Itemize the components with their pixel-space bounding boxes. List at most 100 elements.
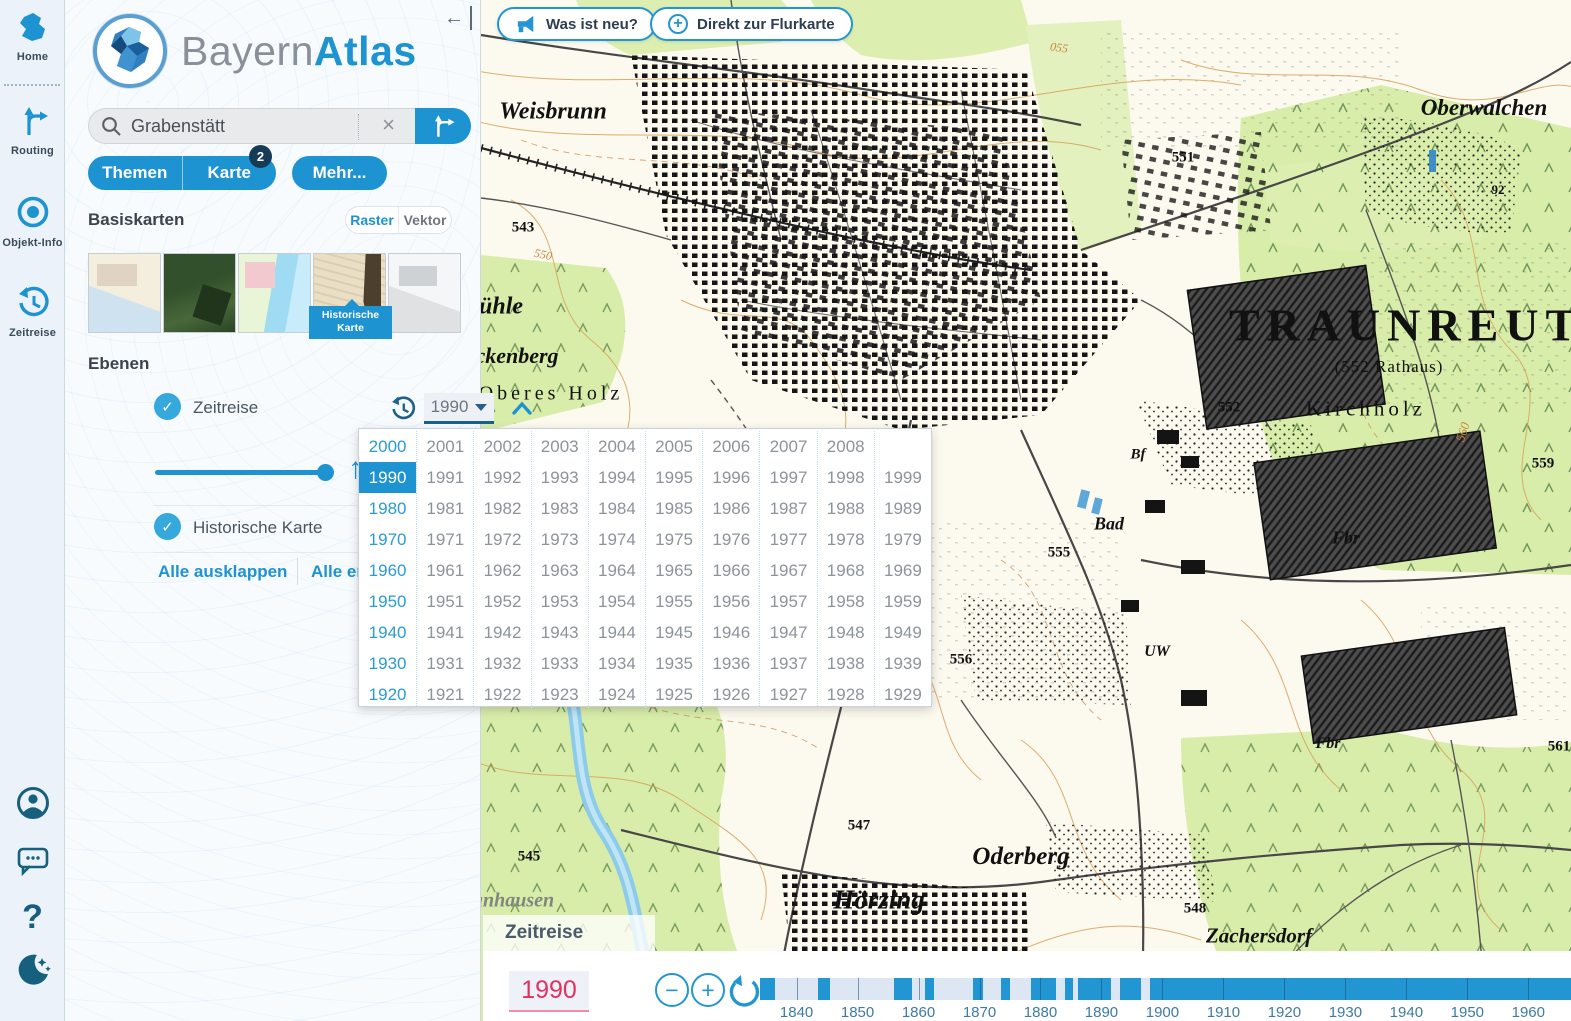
year-option[interactable]: 1994 — [588, 462, 645, 493]
zeitreise-layer-checkbox[interactable]: ✓ — [154, 393, 181, 420]
year-option[interactable]: 1934 — [588, 648, 645, 679]
year-option[interactable]: 1920 — [359, 679, 416, 710]
year-option[interactable]: 1967 — [759, 555, 816, 586]
timeline-available-segment[interactable] — [1078, 978, 1110, 1000]
expand-all-link[interactable]: Alle ausklappen — [158, 562, 287, 582]
year-option[interactable]: 1958 — [817, 586, 874, 617]
year-option[interactable]: 1986 — [702, 493, 759, 524]
year-option[interactable]: 1999 — [874, 462, 931, 493]
sidebar-item-zeitreise[interactable]: Zeitreise — [0, 286, 65, 341]
year-option[interactable]: 2008 — [817, 431, 874, 462]
year-option[interactable]: 1990 — [359, 462, 416, 493]
year-option[interactable]: 1955 — [645, 586, 702, 617]
whats-new-button[interactable]: Was ist neu? — [497, 7, 656, 41]
year-option[interactable]: 1924 — [588, 679, 645, 710]
year-option[interactable]: 1976 — [702, 524, 759, 555]
timeline-slider[interactable]: 1840185018601870188018901900191019201930… — [760, 978, 1571, 1000]
dark-mode-button[interactable] — [0, 952, 65, 988]
year-option[interactable]: 1960 — [359, 555, 416, 586]
current-year-display[interactable]: 1990 — [509, 971, 589, 1012]
year-option[interactable]: 1961 — [416, 555, 473, 586]
year-option[interactable]: 1992 — [473, 462, 530, 493]
timeline-available-segment[interactable] — [1150, 978, 1571, 1000]
year-option[interactable]: 1944 — [588, 617, 645, 648]
tab-themen[interactable]: Themen — [88, 156, 182, 190]
year-option[interactable]: 1993 — [531, 462, 588, 493]
year-option[interactable]: 1969 — [874, 555, 931, 586]
year-option[interactable]: 2004 — [588, 431, 645, 462]
basemap-thumb-standard[interactable] — [88, 253, 161, 333]
year-option[interactable]: 1942 — [473, 617, 530, 648]
year-option[interactable]: 1948 — [817, 617, 874, 648]
year-option[interactable]: 1973 — [531, 524, 588, 555]
collapse-panel-icon[interactable]: ← — [438, 6, 472, 30]
year-option[interactable]: 1925 — [645, 679, 702, 710]
timeline-available-segment[interactable] — [1120, 978, 1141, 1000]
year-option[interactable]: 1968 — [817, 555, 874, 586]
year-option[interactable]: 1996 — [702, 462, 759, 493]
timeline-available-segment[interactable] — [1065, 978, 1073, 1000]
timeline-available-segment[interactable] — [1001, 978, 1010, 1000]
year-option[interactable]: 1988 — [817, 493, 874, 524]
year-option[interactable]: 2005 — [645, 431, 702, 462]
year-option[interactable]: 1935 — [645, 648, 702, 679]
year-option[interactable]: 2007 — [759, 431, 816, 462]
year-option[interactable]: 1950 — [359, 586, 416, 617]
year-select-dropdown[interactable]: 1990 — [424, 393, 494, 424]
basemap-thumb-topo[interactable] — [238, 253, 311, 333]
year-option[interactable]: 1966 — [702, 555, 759, 586]
year-option[interactable]: 1978 — [817, 524, 874, 555]
flurkarte-button[interactable]: + Direkt zur Flurkarte — [650, 7, 853, 41]
year-option[interactable]: 2002 — [473, 431, 530, 462]
year-option[interactable]: 1947 — [759, 617, 816, 648]
timeline-available-segment[interactable] — [973, 978, 982, 1000]
year-option[interactable]: 1939 — [874, 648, 931, 679]
year-option[interactable]: 1937 — [759, 648, 816, 679]
toggle-raster[interactable]: Raster — [346, 207, 399, 233]
year-option[interactable]: 1932 — [473, 648, 530, 679]
tab-mehr[interactable]: Mehr... — [292, 156, 387, 190]
year-option[interactable]: 1926 — [702, 679, 759, 710]
year-option[interactable]: 1959 — [874, 586, 931, 617]
year-option[interactable]: 1927 — [759, 679, 816, 710]
sidebar-item-objekt-info[interactable]: Objekt-Info — [0, 194, 65, 251]
year-option[interactable]: 1941 — [416, 617, 473, 648]
year-option[interactable]: 2000 — [359, 431, 416, 462]
year-option[interactable]: 1956 — [702, 586, 759, 617]
year-option[interactable]: 2001 — [416, 431, 473, 462]
year-option[interactable]: 1931 — [416, 648, 473, 679]
year-option[interactable]: 1963 — [531, 555, 588, 586]
year-option[interactable]: 1974 — [588, 524, 645, 555]
year-option[interactable]: 1928 — [817, 679, 874, 710]
year-option[interactable]: 1985 — [645, 493, 702, 524]
timeline-zoom-in-button[interactable]: + — [691, 973, 725, 1007]
year-option[interactable]: 1923 — [531, 679, 588, 710]
year-option[interactable]: 2003 — [531, 431, 588, 462]
timeline-available-segment[interactable] — [894, 978, 912, 1000]
year-option[interactable]: 1970 — [359, 524, 416, 555]
year-option[interactable]: 1921 — [416, 679, 473, 710]
year-option[interactable]: 1946 — [702, 617, 759, 648]
year-option[interactable]: 1933 — [531, 648, 588, 679]
slider-thumb[interactable] — [317, 464, 334, 481]
routing-search-button[interactable] — [415, 108, 471, 144]
basemap-thumb-historical[interactable]: HistorischeKarte — [313, 253, 386, 333]
year-option[interactable]: 1952 — [473, 586, 530, 617]
year-option[interactable]: 1962 — [473, 555, 530, 586]
year-option[interactable]: 1997 — [759, 462, 816, 493]
basemap-thumb-aerial[interactable] — [163, 253, 236, 333]
year-option[interactable]: 1945 — [645, 617, 702, 648]
year-option[interactable]: 1991 — [416, 462, 473, 493]
year-option[interactable]: 1983 — [531, 493, 588, 524]
sidebar-item-routing[interactable]: Routing — [0, 104, 65, 159]
year-option[interactable]: 1989 — [874, 493, 931, 524]
year-option[interactable]: 1957 — [759, 586, 816, 617]
sidebar-item-home[interactable]: Home — [0, 12, 65, 65]
year-option[interactable]: 1943 — [531, 617, 588, 648]
year-option[interactable]: 1980 — [359, 493, 416, 524]
year-option[interactable]: 1929 — [874, 679, 931, 710]
historische-karte-checkbox[interactable]: ✓ — [154, 513, 181, 540]
year-option[interactable]: 1954 — [588, 586, 645, 617]
timeline-available-segment[interactable] — [925, 978, 934, 1000]
year-option[interactable]: 1965 — [645, 555, 702, 586]
